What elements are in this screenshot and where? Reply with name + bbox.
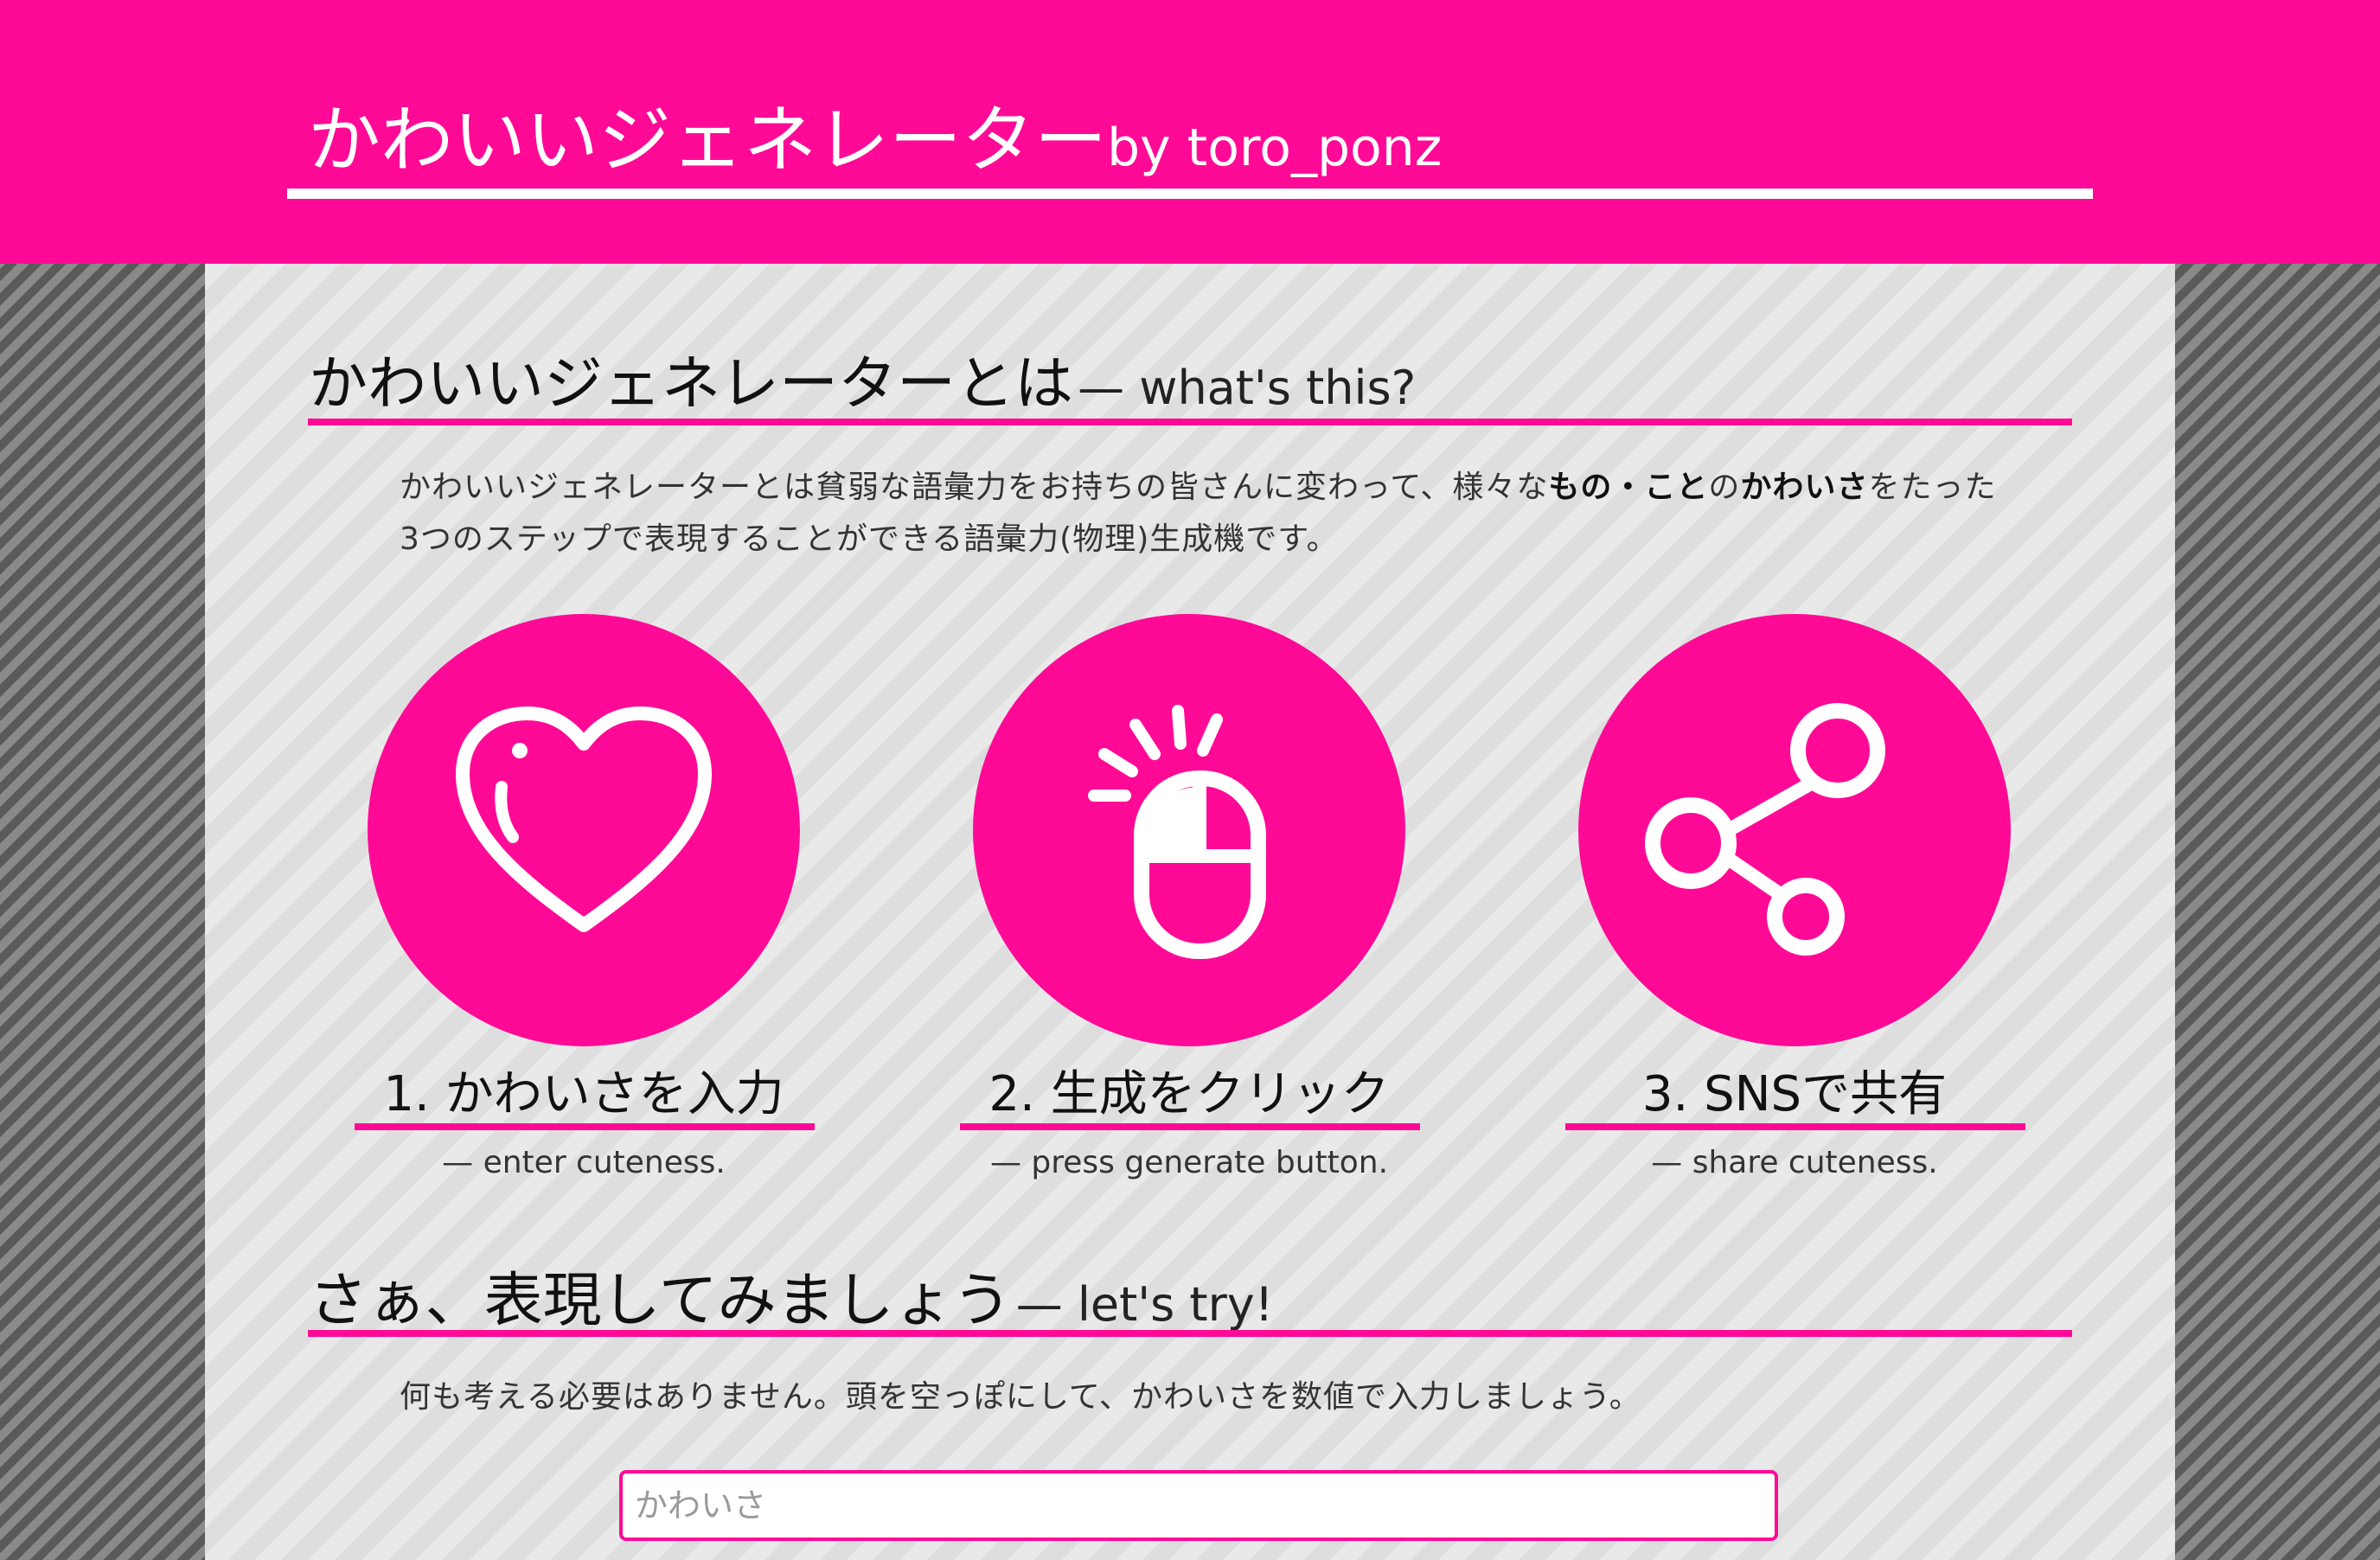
step-1-label: 1. かわいさを入力 <box>383 1066 784 1122</box>
heart-icon <box>456 706 712 932</box>
about-desc-bold-2: かわいさ <box>1740 470 1869 505</box>
step-3-rule <box>1565 1123 2025 1130</box>
try-heading-rule <box>308 1330 2072 1337</box>
about-heading: かわいいジェネレーターとは — what's this? <box>309 336 1416 421</box>
site-title-main: かわいいジェネレーター <box>308 98 1108 182</box>
try-heading-en: — let's try! <box>1015 1277 1274 1332</box>
step-2-subtitle: — press generate button. <box>989 1145 1389 1180</box>
step-2-circle <box>973 614 1405 1046</box>
try-heading: さぁ、表現してみましょう — let's try! <box>309 1252 1273 1338</box>
step-1-circle <box>368 614 800 1046</box>
about-heading-jp: かわいいジェネレーターとは <box>309 350 1074 419</box>
try-description: 何も考える必要はありません。頭を空っぽにして、かわいさを数値で入力しましょう。 <box>400 1379 1641 1415</box>
about-desc-text-1: かわいいジェネレーターとは貧弱な語彙力をお持ちの皆さんに変わって、様々な <box>400 470 1549 505</box>
about-heading-rule <box>308 419 2072 425</box>
cuteness-input[interactable] <box>619 1470 1778 1541</box>
step-3-label: 3. SNSで共有 <box>1641 1066 1948 1122</box>
mouse-click-icon <box>1088 705 1266 959</box>
about-desc-text-2: の <box>1708 470 1741 505</box>
step-2-rule <box>960 1123 1420 1130</box>
header-divider <box>287 189 2093 199</box>
step-2-label: 2. 生成をクリック <box>988 1066 1390 1122</box>
share-icon <box>1645 703 1885 956</box>
step-1-rule <box>355 1123 815 1130</box>
about-description: かわいいジェネレーターとは貧弱な語彙力をお持ちの皆さんに変わって、様々なもの・こ… <box>400 462 2008 566</box>
site-header: かわいいジェネレーターby toro_ponz <box>0 0 2380 264</box>
step-3-subtitle: — share cuteness. <box>1651 1145 1938 1180</box>
site-title: かわいいジェネレーターby toro_ponz <box>308 82 1442 187</box>
try-heading-jp: さぁ、表現してみましょう <box>309 1267 1012 1335</box>
about-heading-en: — what's this? <box>1078 361 1417 415</box>
step-1-subtitle: — enter cuteness. <box>442 1145 726 1180</box>
site-title-byline: by toro_ponz <box>1107 118 1443 178</box>
step-3-circle <box>1578 614 2011 1046</box>
about-desc-bold-1: もの・こと <box>1548 470 1709 505</box>
